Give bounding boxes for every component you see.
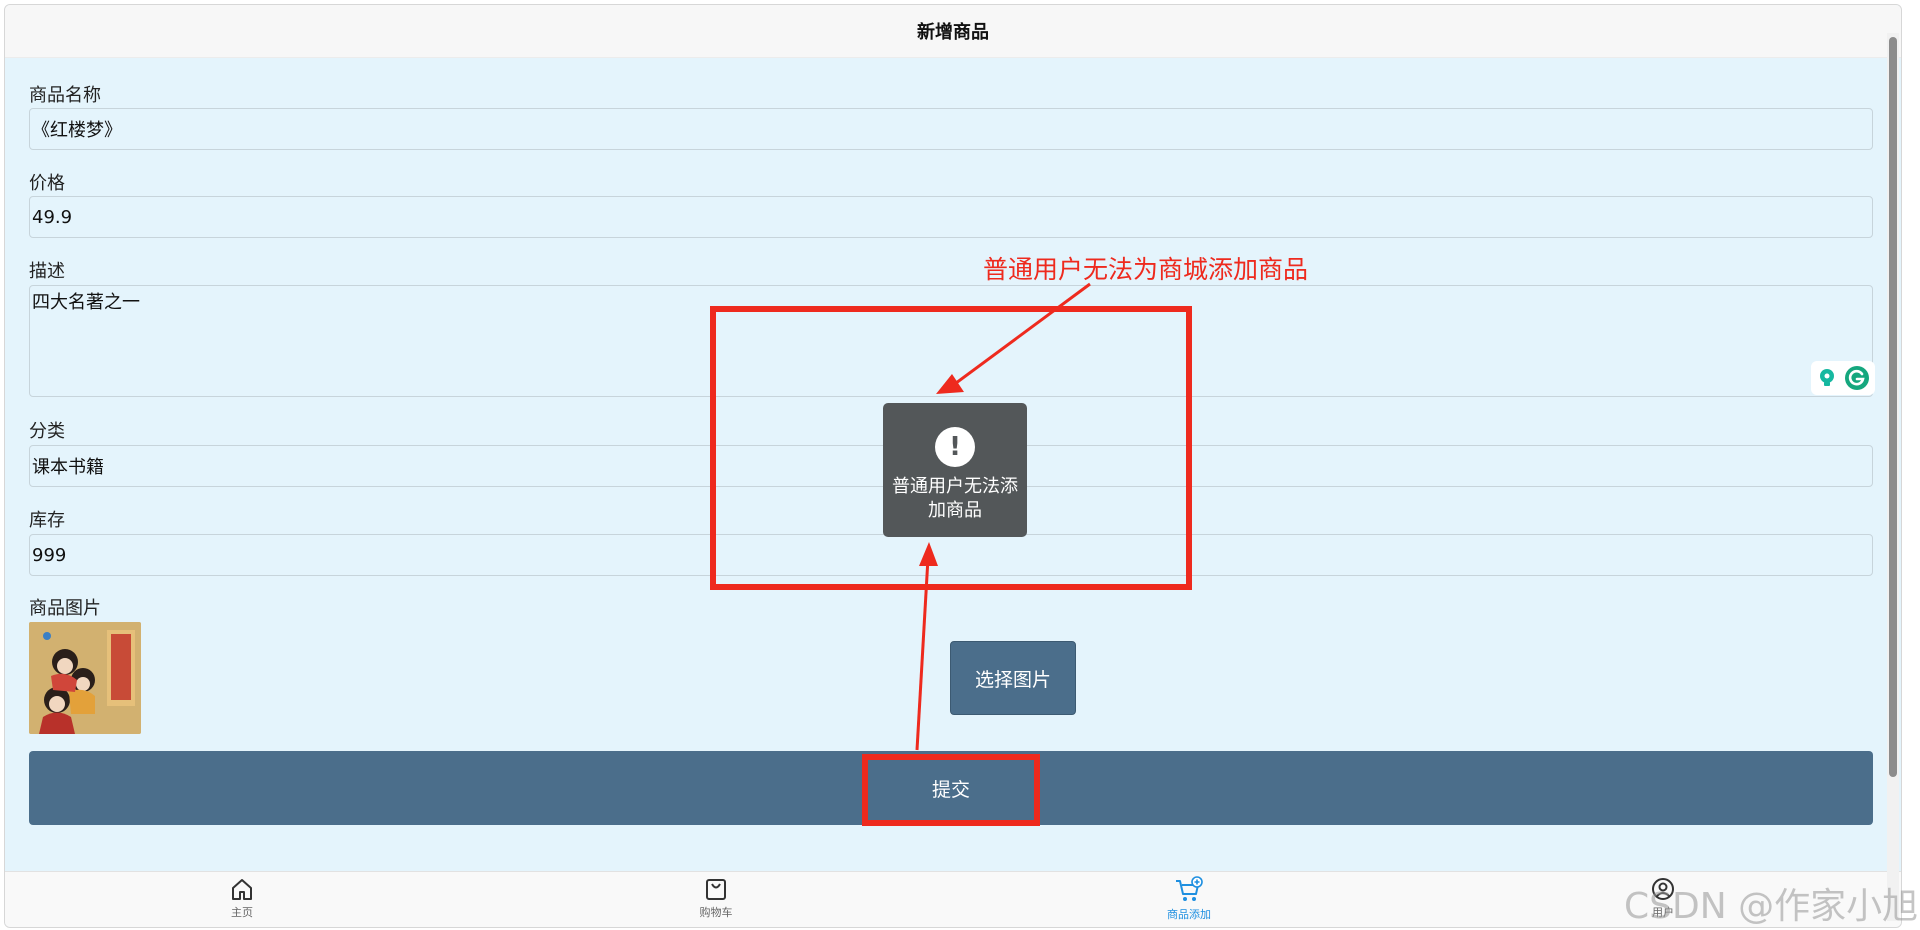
watermark: CSDN @作家小旭 (1624, 886, 1919, 927)
arrow-line-bottom (915, 557, 930, 751)
arrow-head-bottom (919, 542, 938, 566)
annotation-arrows (915, 282, 1091, 751)
arrow-line-top (951, 282, 1091, 388)
arrow-head-top (936, 374, 964, 394)
